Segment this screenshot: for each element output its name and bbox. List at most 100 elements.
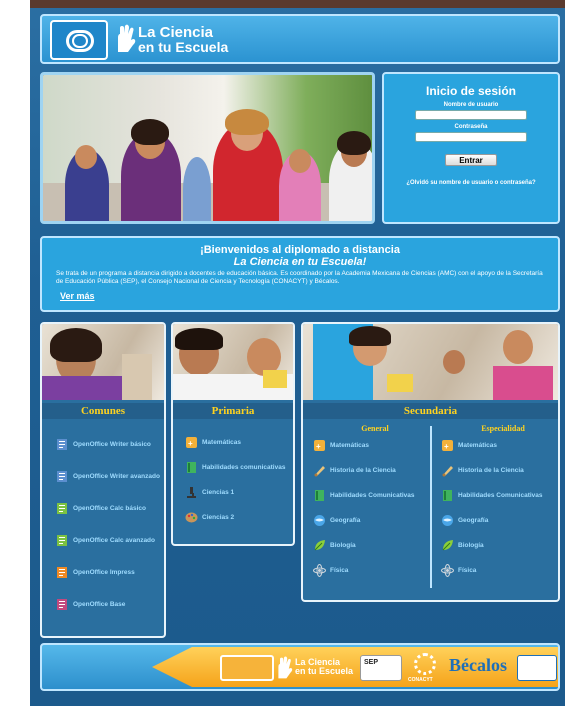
openoffice-writer-icon [56,470,69,483]
course-label: Habilidades Comunicativas [330,491,415,499]
course-label: Matemáticas [202,438,242,446]
site-brand[interactable]: La Ciencia en tu Escuela [138,24,229,55]
book-icon [313,489,326,502]
section-secundaria: Secundaria General + Matemáticas Historia … [301,322,560,602]
section-title: Secundaria [303,403,558,419]
course-label: Matemáticas [458,441,498,449]
see-more-link[interactable]: Ver más [60,291,95,301]
course-label: Geografía [458,516,489,524]
footer-banner: La Ciencia en tu Escuela SEP CONACYT Béc… [40,643,560,691]
section-comunes: Comunes OpenOffice Writer básico OpenOffi… [40,322,166,638]
course-link[interactable]: Historia de la Ciencia [313,464,437,477]
welcome-panel: ¡Bienvenidos al diplomado a distancia La… [40,236,560,312]
course-list: + Matemáticas Habilidades comunicativas Cie… [173,422,293,540]
course-link[interactable]: Historia de la Ciencia [441,464,558,477]
site-header: La Ciencia en tu Escuela [40,14,560,64]
course-label: Ciencias 1 [202,488,235,496]
hand-icon [118,24,136,52]
course-link[interactable]: Habilidades Comunicativas [313,489,437,502]
course-link[interactable]: Biología [441,539,558,552]
book-icon [441,489,454,502]
course-link[interactable]: Geografía [313,514,437,527]
top-strip [30,0,565,8]
course-label: Física [330,566,349,574]
course-link[interactable]: Geografía [441,514,558,527]
course-label: OpenOffice Writer avanzado [73,472,160,480]
footer-brand[interactable]: La Ciencia en tu Escuela [295,658,353,676]
course-link[interactable]: Biología [313,539,437,552]
course-list: + Matemáticas Historia de la Ciencia Habili… [313,439,437,577]
hand-icon [278,656,293,679]
course-link[interactable]: Física [441,564,558,577]
course-link[interactable]: OpenOffice Impress [56,566,164,579]
math-icon: + [313,439,326,452]
course-link[interactable]: Ciencias 1 [185,486,293,499]
course-label: Física [458,566,477,574]
openoffice-impress-icon [56,566,69,579]
username-label: Nombre de usuario [443,102,499,108]
atom-icon [313,564,326,577]
course-link[interactable]: + Matemáticas [185,436,293,449]
openoffice-writer-icon [56,438,69,451]
atom-icon [441,564,454,577]
sep-label: SEP [364,659,379,666]
password-label: Contraseña [454,124,488,130]
scroll-icon [441,464,454,477]
subsection-title: General [361,424,389,433]
amc-logo-icon[interactable] [50,20,108,60]
brand-line-2: en tu Escuela [138,39,229,55]
brand-line-1: La Ciencia [138,24,214,41]
course-link[interactable]: + Matemáticas [441,439,558,452]
course-label: Ciencias 2 [202,513,235,521]
section-title: Comunes [42,403,164,419]
globe-icon [313,514,326,527]
forgot-password-link[interactable]: ¿Olvidó su nombre de usuario o contraseñ… [384,180,558,186]
page-background: La Ciencia en tu Escuela Inicio de sesió… [30,0,565,706]
palette-icon [185,511,198,524]
course-link[interactable]: OpenOffice Writer básico [56,438,164,451]
course-list: + Matemáticas Historia de la Ciencia Habili… [441,439,558,577]
course-link[interactable]: Habilidades comunicativas [185,461,293,474]
sep-logo[interactable]: SEP [360,655,402,681]
book-icon [185,461,198,474]
course-list: OpenOffice Writer básico OpenOffice Write… [42,422,164,632]
course-label: Biología [458,541,484,549]
course-label: Habilidades comunicativas [202,463,286,471]
course-link[interactable]: Ciencias 2 [185,511,293,524]
course-label: OpenOffice Calc básico [73,504,146,512]
subsection-general: General + Matemáticas Historia de la Cienc… [313,424,437,589]
scroll-icon [313,464,326,477]
microscope-icon [185,486,198,499]
hero-photo [40,72,375,224]
leaf-icon [441,539,454,552]
svg-text:+: + [316,442,321,451]
login-button[interactable]: Entrar [445,154,497,166]
username-input[interactable] [415,110,527,120]
subsection-especialidad: Especialidad + Matemáticas Historia de la … [441,424,558,589]
section-primaria: Primaria + Matemáticas Habilidades comunic… [171,322,295,546]
course-link[interactable]: Física [313,564,437,577]
welcome-subtitle: La Ciencia en tu Escuela! [233,256,367,268]
course-link[interactable]: OpenOffice Calc avanzado [56,534,164,547]
course-label: OpenOffice Writer básico [73,440,151,448]
math-icon: + [441,439,454,452]
course-link[interactable]: Habilidades Comunicativas [441,489,558,502]
subsection-title: Especialidad [481,424,525,433]
conacyt-logo[interactable] [414,653,436,675]
course-link[interactable]: OpenOffice Calc básico [56,502,164,515]
svg-text:+: + [188,439,193,448]
section-photo [173,324,293,400]
course-link[interactable]: + Matemáticas [313,439,437,452]
globe-icon [441,514,454,527]
course-label: OpenOffice Base [73,600,126,608]
becalos-logo[interactable]: Bécalos [449,655,507,676]
password-input[interactable] [415,132,527,142]
course-link[interactable]: OpenOffice Writer avanzado [56,470,164,483]
section-photo [42,324,164,400]
welcome-title: ¡Bienvenidos al diplomado a distancia [200,244,400,256]
footer-brand-line-2: en tu Escuela [295,666,354,676]
amc-logo-icon[interactable] [220,655,274,681]
partner-logo-icon[interactable] [517,655,557,681]
course-label: Matemáticas [330,441,370,449]
course-link[interactable]: OpenOffice Base [56,598,164,611]
